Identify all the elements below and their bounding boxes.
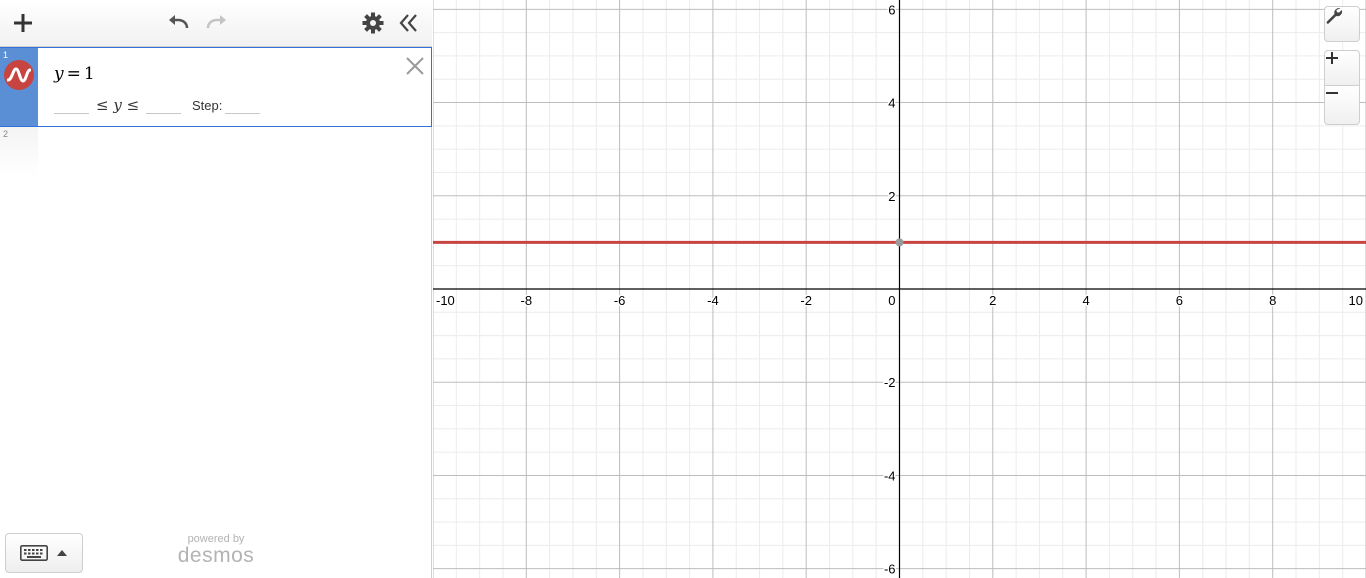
graph-canvas[interactable]: -10 -8 -6 -4 -2 0 2 4 6 8 10 6 4 2 -2 -4 -6 [433,0,1366,578]
x-tick-label: -4 [707,293,719,308]
redo-button[interactable] [201,8,231,38]
graph-settings-button[interactable] [1324,6,1360,42]
undo-icon [169,15,189,29]
x-tick-label: -2 [800,293,812,308]
undo-button[interactable] [164,8,194,38]
x-tick-label: 2 [989,293,996,308]
desmos-logo: desmos [177,544,255,567]
collapse-panel-button[interactable] [394,8,424,38]
keyboard-icon [20,545,48,561]
x-tick-label: 10 [1349,293,1363,308]
gear-icon [362,12,384,34]
x-tick-label: 4 [1082,293,1089,308]
plus-icon [1326,52,1338,64]
domain-restriction: ≤ y ≤ Step: [54,94,354,116]
domain-max-input[interactable] [146,94,181,114]
expression-index: 1 [3,50,9,60]
expression-input[interactable]: y = 1 [54,64,95,84]
close-icon [406,57,424,75]
double-chevron-left-icon [399,14,417,32]
minus-icon [1326,92,1338,94]
x-tick-label: -6 [614,293,626,308]
wave-icon [7,67,31,83]
y-tick-label: 4 [888,96,895,111]
expression-rhs: 1 [83,64,95,84]
x-tick-label: -10 [436,293,455,308]
plus-icon [14,14,32,32]
expression-tab: 2 [0,127,38,177]
expression-item[interactable]: 1 y = 1 ≤ y ≤ Step: [0,47,432,127]
domain-inequality: ≤ y ≤ [96,96,140,114]
y-tick-label: -4 [884,468,896,483]
expression-panel: 1 y = 1 ≤ y ≤ Step: 2 powered by desmos [0,0,432,578]
x-tick-label: 8 [1269,293,1276,308]
redo-icon [206,15,226,29]
y-tick-label: -6 [884,562,896,577]
expression-lhs: y [54,64,64,84]
step-label: Step: [192,98,223,113]
caret-up-icon [57,550,67,556]
zoom-in-button[interactable] [1324,50,1360,86]
add-expression-button[interactable] [8,8,38,38]
intercept-point [895,238,904,247]
domain-min-input[interactable] [54,94,89,114]
expression-tab[interactable]: 1 [0,48,38,126]
wrench-icon [1326,8,1343,24]
zoom-out-button[interactable] [1324,86,1360,125]
graph-paper[interactable]: -10 -8 -6 -4 -2 0 2 4 6 8 10 6 4 2 -2 -4 -6 [433,0,1366,578]
y-tick-label: 2 [888,189,895,204]
expression-toolbar [0,0,432,47]
expression-operator: = [66,64,81,84]
keypad-toggle-button[interactable] [5,533,83,573]
delete-expression-button[interactable] [403,54,427,78]
expression-list: 1 y = 1 ≤ y ≤ Step: 2 [0,47,432,177]
x-tick-label: 6 [1176,293,1183,308]
y-tick-label: -2 [884,375,896,390]
y-tick-label: 6 [888,2,895,17]
expression-item-empty[interactable]: 2 [0,127,432,177]
powered-by-desmos[interactable]: powered by desmos [168,533,264,567]
curve-style-icon[interactable] [4,60,34,90]
x-tick-label: -8 [521,293,533,308]
expression-index: 2 [3,129,9,139]
settings-button[interactable] [358,8,388,38]
x-tick-label: 0 [888,293,895,308]
step-input[interactable] [225,94,260,114]
